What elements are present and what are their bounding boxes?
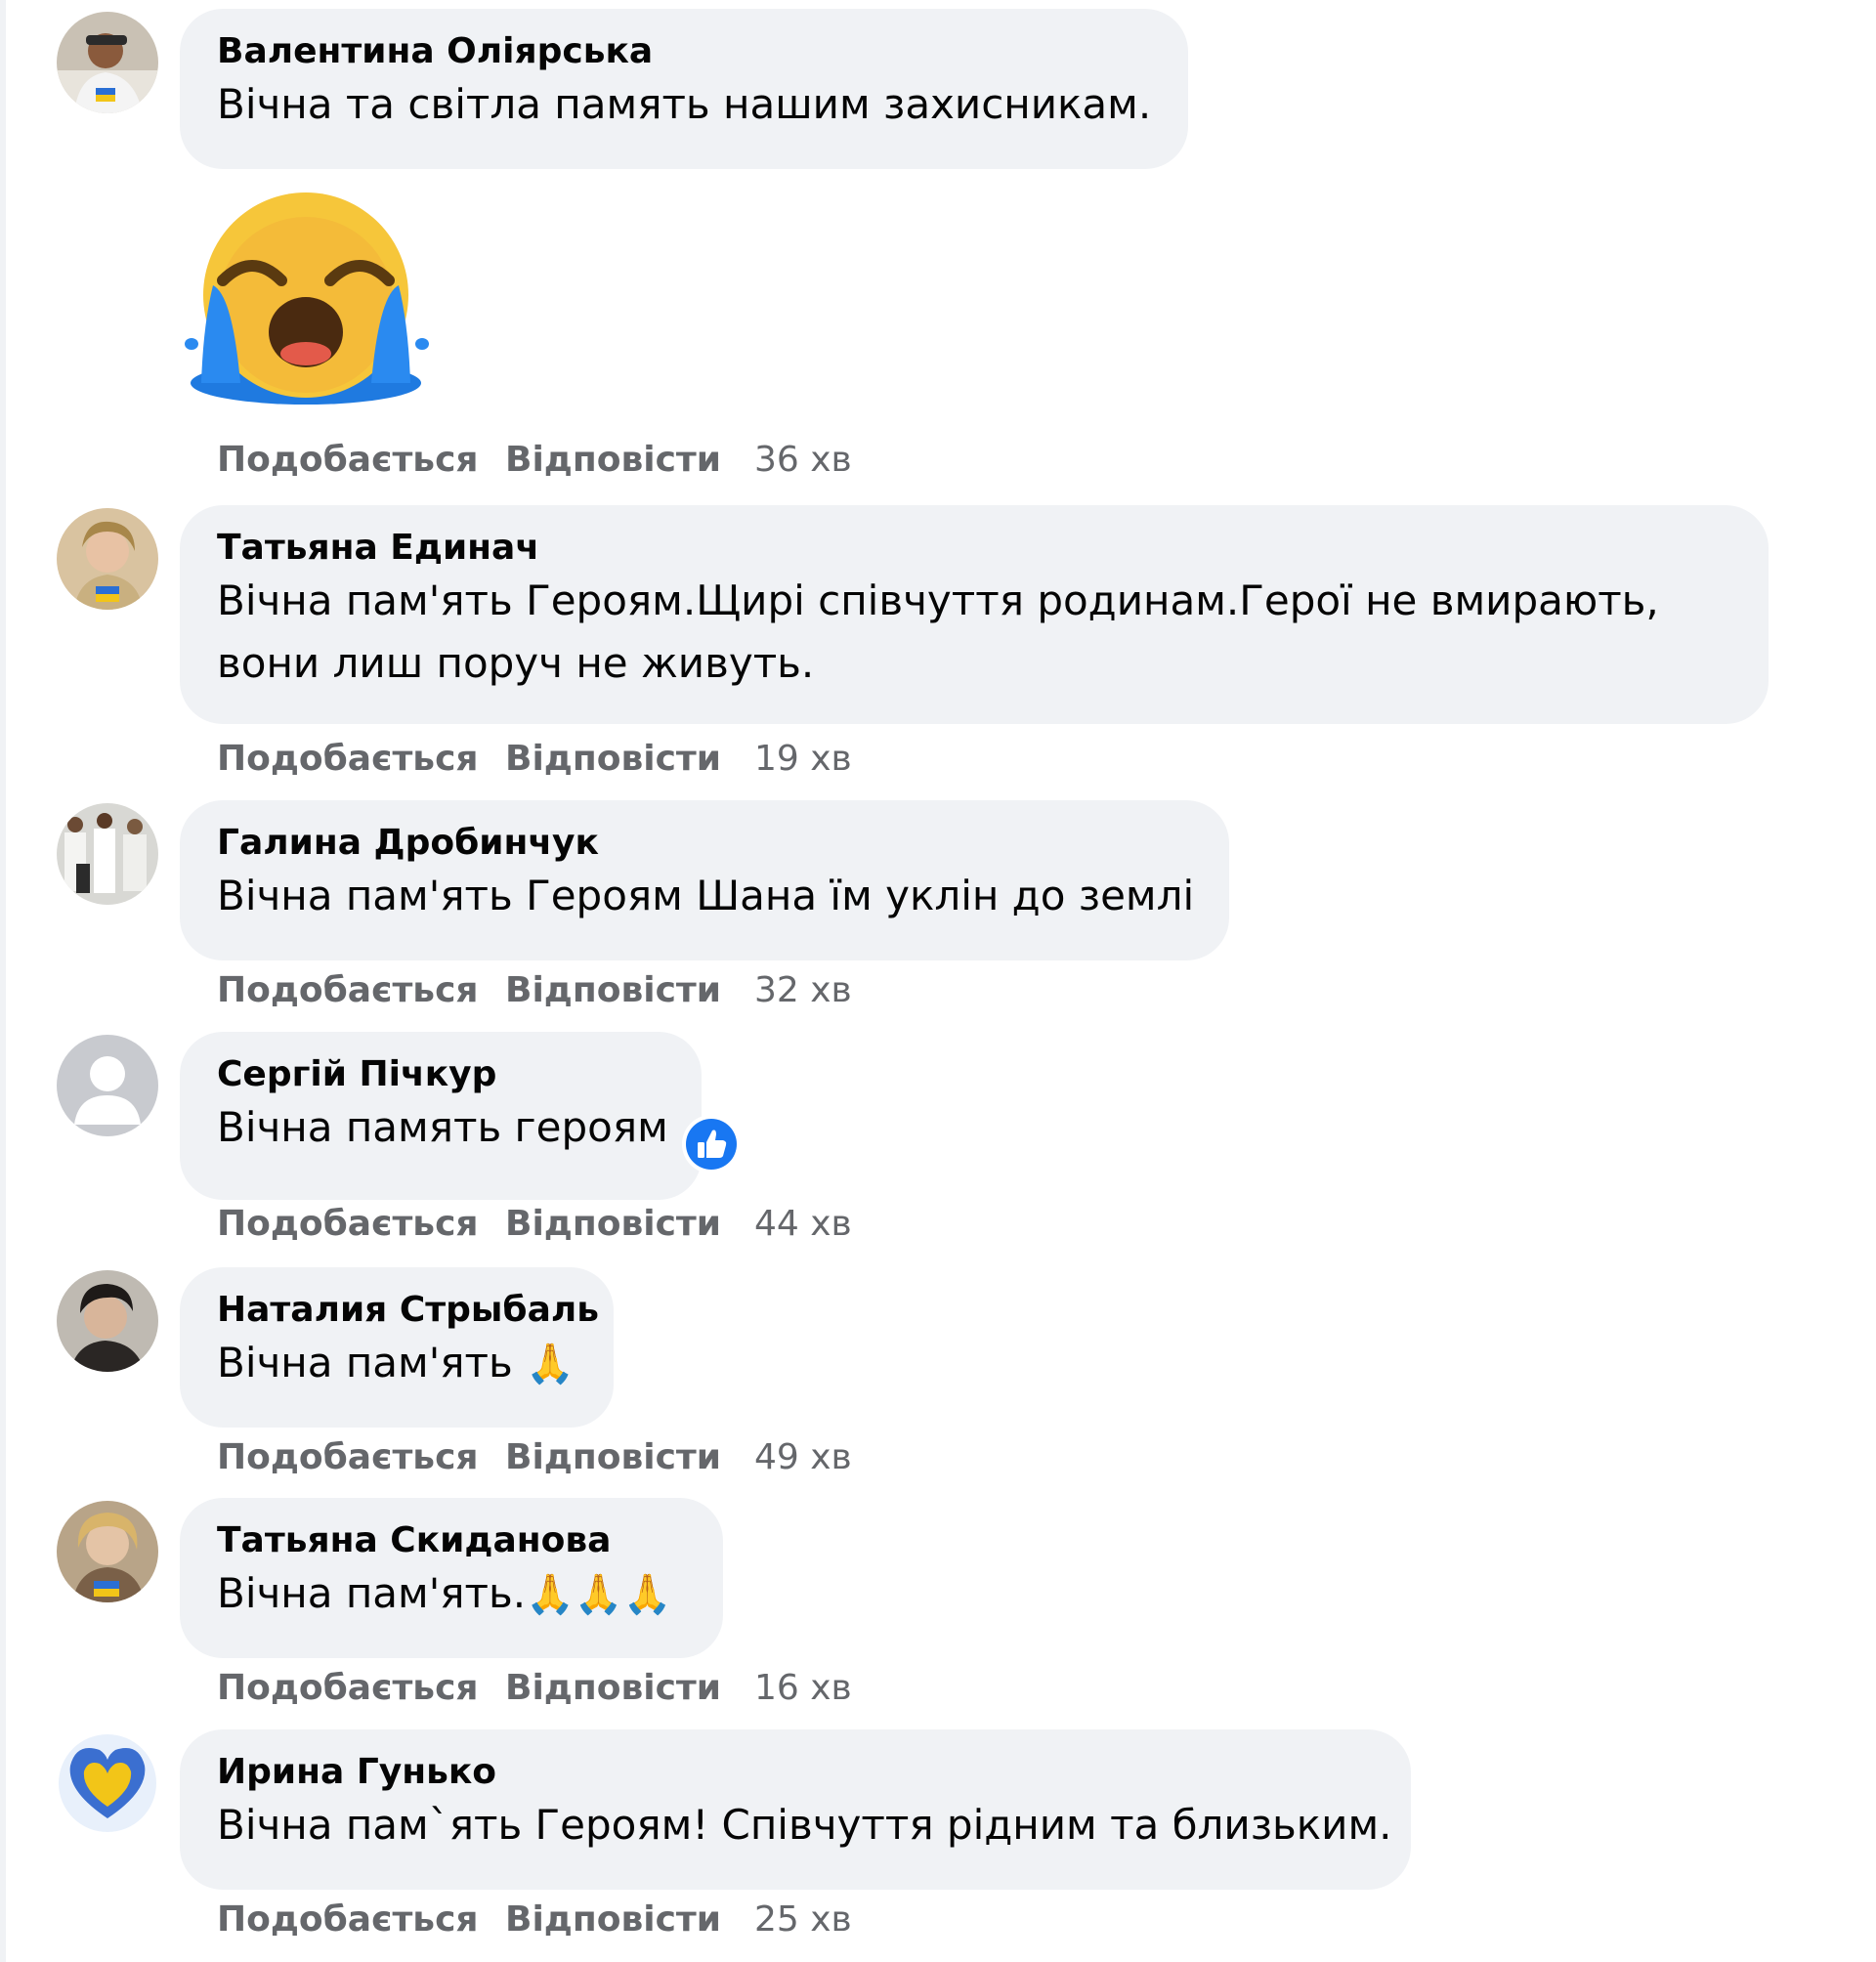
like-link[interactable]: Подобається bbox=[217, 1898, 479, 1941]
default-avatar[interactable] bbox=[57, 1035, 158, 1136]
like-link[interactable]: Подобається bbox=[217, 738, 479, 781]
comment-time[interactable]: 49 хв bbox=[754, 1436, 852, 1479]
avatar[interactable] bbox=[57, 1270, 158, 1372]
comment-bubble: Сергій Пічкур Вічна память героям bbox=[180, 1032, 702, 1200]
reply-link[interactable]: Відповісти bbox=[505, 1667, 721, 1710]
comment-text-wrap: Вічна пам'ять 🙏 bbox=[217, 1332, 576, 1395]
comment-author[interactable]: Татьяна Единач bbox=[217, 527, 1731, 570]
like-link[interactable]: Подобається bbox=[217, 969, 479, 1012]
comment-text-wrap: Вічна пам'ять.🙏🙏🙏 bbox=[217, 1562, 686, 1626]
comment-time[interactable]: 44 хв bbox=[754, 1203, 852, 1246]
like-reaction-icon[interactable] bbox=[682, 1115, 741, 1173]
comment-text: Вічна та світла память нашим захисникам. bbox=[217, 80, 1152, 128]
comment-text-line: вони лиш поруч не живуть. bbox=[217, 639, 815, 687]
folded-hands-emoji: 🙏🙏🙏 bbox=[526, 1572, 672, 1617]
left-border bbox=[0, 0, 6, 1962]
avatar[interactable] bbox=[57, 1501, 158, 1602]
like-link[interactable]: Подобається bbox=[217, 439, 479, 482]
comment-bubble: Наталия Стрыбаль Вічна пам'ять 🙏 bbox=[180, 1267, 614, 1428]
like-link[interactable]: Подобається bbox=[217, 1667, 479, 1710]
reply-link[interactable]: Відповісти bbox=[505, 969, 721, 1012]
heart-avatar[interactable] bbox=[57, 1732, 158, 1834]
comment-author[interactable]: Наталия Стрыбаль bbox=[217, 1289, 599, 1332]
avatar[interactable] bbox=[57, 12, 158, 113]
avatar[interactable] bbox=[57, 508, 158, 610]
comment-bubble: Галина Дробинчук Вічна пам'ять Героям Ша… bbox=[180, 800, 1229, 960]
comment-bubble: Ирина Гунько Вічна пам`ять Героям! Співч… bbox=[180, 1729, 1411, 1890]
comment-time[interactable]: 19 хв bbox=[754, 738, 852, 781]
folded-hands-emoji: 🙏 bbox=[526, 1342, 575, 1386]
comment-time[interactable]: 16 хв bbox=[754, 1667, 852, 1710]
comment-time[interactable]: 32 хв bbox=[754, 969, 852, 1012]
reply-link[interactable]: Відповісти bbox=[505, 1436, 721, 1479]
comment-bubble: Валентина Оліярська Вічна та світла памя… bbox=[180, 9, 1188, 169]
comment-author[interactable]: Татьяна Скиданова bbox=[217, 1519, 686, 1562]
comment-text: Вічна пам'ять bbox=[217, 1339, 513, 1386]
like-link[interactable]: Подобається bbox=[217, 1203, 479, 1246]
crying-face-sticker bbox=[185, 192, 429, 405]
comment-author[interactable]: Ирина Гунько bbox=[217, 1751, 1374, 1794]
comment-bubble: Татьяна Скиданова Вічна пам'ять.🙏🙏🙏 bbox=[180, 1498, 723, 1658]
comment-author[interactable]: Сергій Пічкур bbox=[217, 1053, 664, 1096]
comment-text: Вічна память героям bbox=[217, 1103, 668, 1151]
avatar[interactable] bbox=[57, 803, 158, 905]
comment-text: Вічна пам'ять Героям Шана їм уклін до зе… bbox=[217, 872, 1195, 919]
comment-text: Вічна пам'ять. bbox=[217, 1569, 527, 1617]
comment-author[interactable]: Валентина Оліярська bbox=[217, 30, 1151, 73]
comment-text-line: Вічна пам'ять Героям.Щирі співчуття роди… bbox=[217, 576, 1659, 624]
comment-author[interactable]: Галина Дробинчук bbox=[217, 822, 1192, 865]
reply-link[interactable]: Відповісти bbox=[505, 1898, 721, 1941]
comment-time[interactable]: 36 хв bbox=[754, 439, 852, 482]
comment-time[interactable]: 25 хв bbox=[754, 1898, 852, 1941]
comment-bubble: Татьяна Единач Вічна пам'ять Героям.Щирі… bbox=[180, 505, 1769, 724]
reply-link[interactable]: Відповісти bbox=[505, 1203, 721, 1246]
reply-link[interactable]: Відповісти bbox=[505, 439, 721, 482]
reply-link[interactable]: Відповісти bbox=[505, 738, 721, 781]
comment-text: Вічна пам`ять Героям! Співчуття рідним т… bbox=[217, 1801, 1392, 1849]
like-link[interactable]: Подобається bbox=[217, 1436, 479, 1479]
